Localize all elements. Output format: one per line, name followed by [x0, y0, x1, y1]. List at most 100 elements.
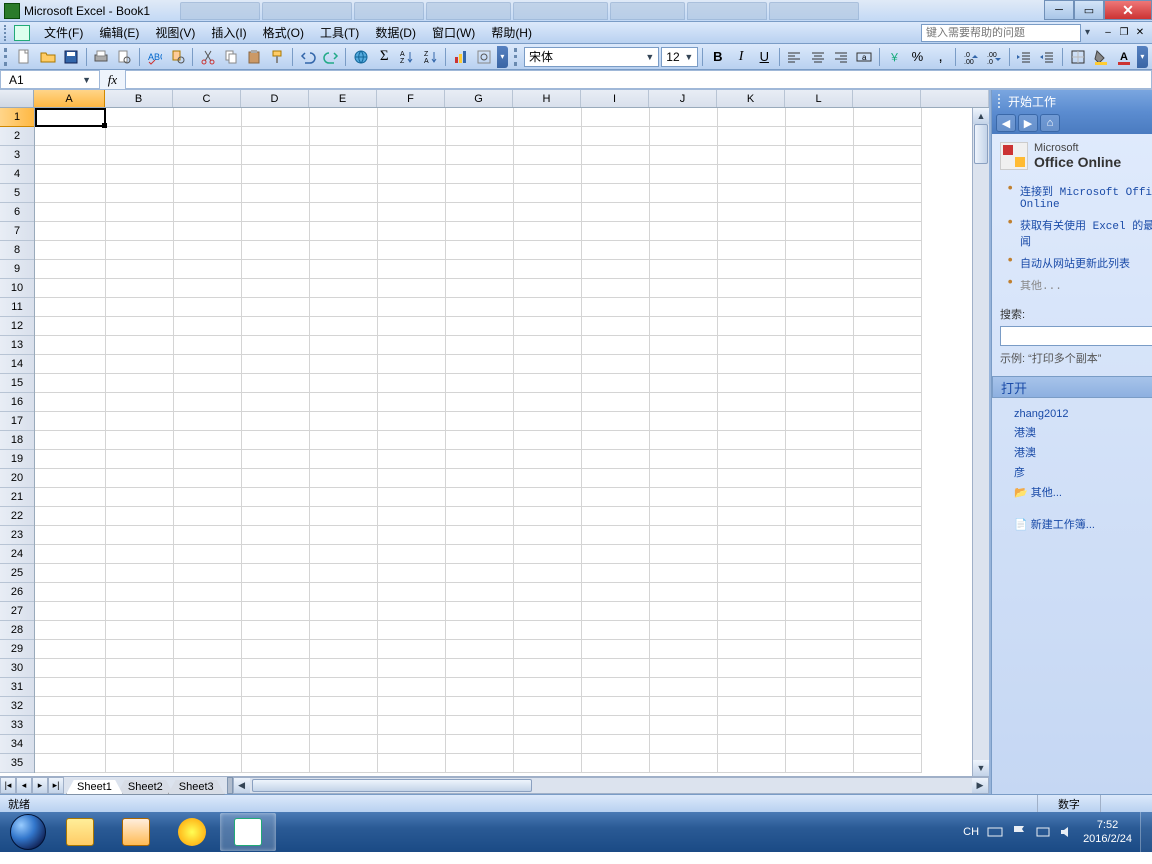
cell-D29[interactable] — [242, 640, 310, 659]
cell-I18[interactable] — [582, 431, 650, 450]
tray-volume-icon[interactable] — [1059, 824, 1075, 840]
cell-B15[interactable] — [106, 374, 174, 393]
cell-G6[interactable] — [446, 203, 514, 222]
cell-L6[interactable] — [786, 203, 854, 222]
cell-H19[interactable] — [514, 450, 582, 469]
cell-E20[interactable] — [310, 469, 378, 488]
cell-J26[interactable] — [650, 583, 718, 602]
cell-G11[interactable] — [446, 298, 514, 317]
column-header-L[interactable]: L — [785, 90, 853, 107]
cell-E31[interactable] — [310, 678, 378, 697]
cell-F14[interactable] — [378, 355, 446, 374]
row-header-28[interactable]: 28 — [0, 621, 34, 640]
cell-E24[interactable] — [310, 545, 378, 564]
cell-L1[interactable] — [786, 108, 854, 127]
cell-B34[interactable] — [106, 735, 174, 754]
cell-D15[interactable] — [242, 374, 310, 393]
sort-desc-button[interactable]: ZA — [420, 46, 441, 68]
scroll-right-button[interactable]: ▶ — [972, 778, 988, 793]
cell-A7[interactable] — [35, 222, 106, 241]
cell-C7[interactable] — [174, 222, 242, 241]
autosum-button[interactable]: Σ — [374, 46, 395, 68]
cell-L21[interactable] — [786, 488, 854, 507]
cell-F20[interactable] — [378, 469, 446, 488]
cell-A24[interactable] — [35, 545, 106, 564]
column-header-B[interactable]: B — [105, 90, 173, 107]
cell-B26[interactable] — [106, 583, 174, 602]
cell-L28[interactable] — [786, 621, 854, 640]
cell-L11[interactable] — [786, 298, 854, 317]
cell-B16[interactable] — [106, 393, 174, 412]
row-header-15[interactable]: 15 — [0, 374, 34, 393]
cell-L13[interactable] — [786, 336, 854, 355]
recent-file-4[interactable]: 彦 — [1014, 462, 1152, 482]
cell-L22[interactable] — [786, 507, 854, 526]
align-right-button[interactable] — [830, 46, 851, 68]
cell-F25[interactable] — [378, 564, 446, 583]
cell-F31[interactable] — [378, 678, 446, 697]
cell-C24[interactable] — [174, 545, 242, 564]
row-header-27[interactable]: 27 — [0, 602, 34, 621]
menu-tools[interactable]: 工具(T) — [312, 22, 367, 43]
help-dropdown-icon[interactable]: ▾ — [1085, 27, 1090, 38]
cell-F30[interactable] — [378, 659, 446, 678]
zoom-button[interactable] — [473, 46, 494, 68]
cell-C31[interactable] — [174, 678, 242, 697]
cell-G29[interactable] — [446, 640, 514, 659]
cell-J33[interactable] — [650, 716, 718, 735]
cell-D16[interactable] — [242, 393, 310, 412]
toolbar-overflow-button[interactable]: ▾ — [497, 46, 509, 68]
cell-G2[interactable] — [446, 127, 514, 146]
sheet-tab-3[interactable]: Sheet3 — [168, 780, 225, 795]
cell-C14[interactable] — [174, 355, 242, 374]
cell-L25[interactable] — [786, 564, 854, 583]
cell-A2[interactable] — [35, 127, 106, 146]
cell-K18[interactable] — [718, 431, 786, 450]
row-header-9[interactable]: 9 — [0, 260, 34, 279]
cell-I14[interactable] — [582, 355, 650, 374]
cell-G4[interactable] — [446, 165, 514, 184]
cell-F28[interactable] — [378, 621, 446, 640]
cell-A12[interactable] — [35, 317, 106, 336]
cell-I3[interactable] — [582, 146, 650, 165]
cell-I25[interactable] — [582, 564, 650, 583]
help-search-input[interactable] — [921, 24, 1081, 42]
spellcheck-button[interactable]: ABC — [144, 46, 165, 68]
font-size-selector[interactable]: 12▼ — [661, 47, 698, 67]
cell-G31[interactable] — [446, 678, 514, 697]
cell-K34[interactable] — [718, 735, 786, 754]
standard-toolbar-grip[interactable] — [4, 48, 10, 66]
cell-C15[interactable] — [174, 374, 242, 393]
mdi-restore-button[interactable]: ❐ — [1116, 26, 1132, 40]
cell-G13[interactable] — [446, 336, 514, 355]
row-header-20[interactable]: 20 — [0, 469, 34, 488]
cell-L16[interactable] — [786, 393, 854, 412]
cell-D31[interactable] — [242, 678, 310, 697]
cell-I32[interactable] — [582, 697, 650, 716]
cell-K2[interactable] — [718, 127, 786, 146]
cell-A27[interactable] — [35, 602, 106, 621]
cell-H15[interactable] — [514, 374, 582, 393]
cell-H4[interactable] — [514, 165, 582, 184]
cell-A16[interactable] — [35, 393, 106, 412]
increase-indent-button[interactable] — [1037, 46, 1058, 68]
row-header-33[interactable]: 33 — [0, 716, 34, 735]
cell-E15[interactable] — [310, 374, 378, 393]
cell-G19[interactable] — [446, 450, 514, 469]
bold-button[interactable]: B — [707, 46, 728, 68]
cell-D14[interactable] — [242, 355, 310, 374]
cell-G18[interactable] — [446, 431, 514, 450]
cell-I7[interactable] — [582, 222, 650, 241]
print-preview-button[interactable] — [114, 46, 135, 68]
cell-A14[interactable] — [35, 355, 106, 374]
cell-D28[interactable] — [242, 621, 310, 640]
cell-C35[interactable] — [174, 754, 242, 773]
cell-H17[interactable] — [514, 412, 582, 431]
cell-A15[interactable] — [35, 374, 106, 393]
cell-H23[interactable] — [514, 526, 582, 545]
cell-D5[interactable] — [242, 184, 310, 203]
cell-L29[interactable] — [786, 640, 854, 659]
row-header-19[interactable]: 19 — [0, 450, 34, 469]
cell-B23[interactable] — [106, 526, 174, 545]
copy-button[interactable] — [220, 46, 241, 68]
